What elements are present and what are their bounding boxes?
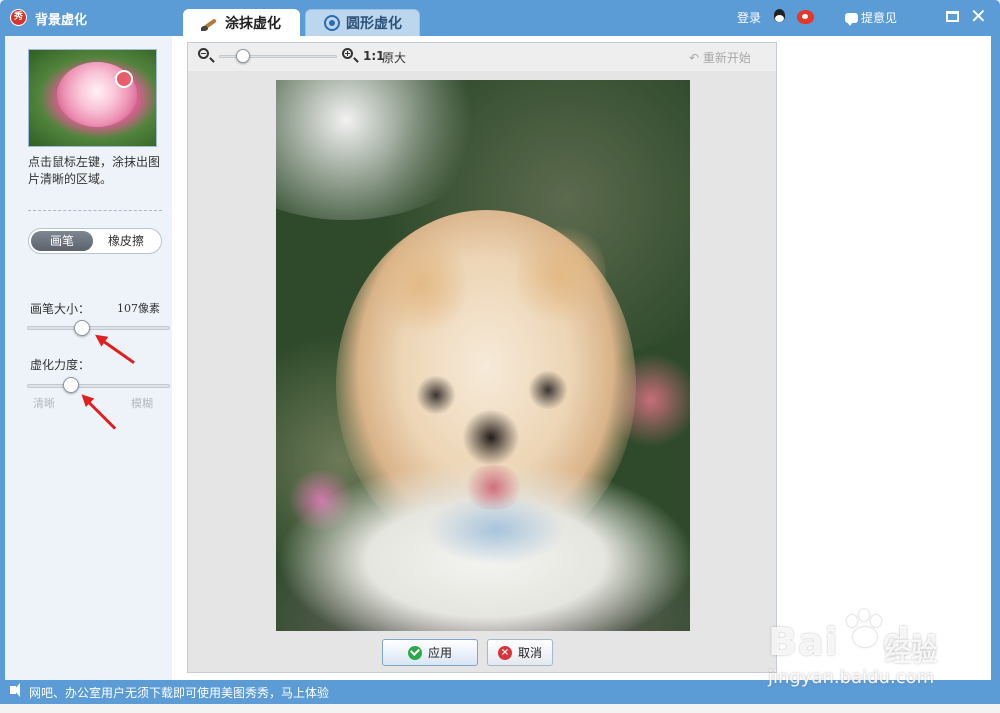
brush-size-label: 画笔大小：	[30, 302, 91, 316]
status-promo-link[interactable]: 网吧、办公室用户无须下载即可使用美图秀秀，马上体验	[29, 684, 329, 701]
login-link[interactable]: 登录	[737, 9, 761, 26]
brush-icon	[201, 14, 219, 32]
restart-label: 重新开始	[702, 51, 751, 65]
blurred-dog-photo[interactable]	[276, 80, 690, 631]
instruction-text: 点击鼠标左键，涂抹出图片清晰的区域。	[28, 155, 161, 186]
window-title: 背景虚化	[35, 13, 88, 28]
weibo-icon[interactable]	[797, 10, 814, 24]
blur-strength-slider-thumb[interactable]	[63, 377, 79, 393]
tab-label: 涂抹虚化	[225, 15, 281, 32]
preview-thumbnail	[28, 49, 157, 147]
zoom-in-icon[interactable]	[342, 48, 358, 64]
speaker-icon	[10, 683, 20, 697]
feedback-label: 提意见	[861, 11, 898, 25]
speech-bubble-icon	[845, 12, 858, 26]
watermark-paw-icon	[843, 609, 887, 649]
zoom-out-icon[interactable]	[198, 48, 214, 64]
blur-strength-label: 虚化力度：	[30, 358, 91, 372]
brush-size-value: 107像素	[117, 302, 160, 315]
brush-cursor-icon	[115, 70, 133, 88]
cancel-icon: ×	[497, 645, 512, 660]
cancel-label: 取消	[517, 646, 542, 660]
maximize-button[interactable]	[946, 11, 959, 22]
apply-button[interactable]: 应用	[382, 639, 478, 666]
qq-icon[interactable]	[772, 9, 787, 26]
tab-smear-blur[interactable]: 涂抹虚化	[183, 9, 300, 36]
restart-button[interactable]: ↶ 重新开始	[689, 49, 751, 66]
cancel-button[interactable]: × 取消	[487, 639, 553, 666]
target-icon	[324, 15, 340, 31]
original-size-label[interactable]: 原大	[382, 49, 406, 66]
watermark-text: 经验	[885, 638, 938, 668]
mode-eraser-button[interactable]: 橡皮擦	[93, 231, 159, 251]
right-blank-area	[781, 36, 991, 680]
title-bar: 秀 背景虚化 涂抹虚化 圆形虚化 登录 提意见 ✕	[0, 0, 1000, 36]
mode-toggle: 画笔 橡皮擦	[28, 228, 162, 254]
watermark-url: jingyan.baidu.com	[768, 667, 935, 688]
mode-brush-button[interactable]: 画笔	[31, 231, 93, 251]
tab-label: 圆形虚化	[346, 16, 402, 32]
feedback-button[interactable]: 提意见	[845, 9, 897, 26]
app-logo-icon: 秀	[10, 9, 27, 26]
apply-label: 应用	[427, 646, 452, 660]
close-button[interactable]: ✕	[970, 6, 987, 26]
blur-max-label: 模糊	[131, 397, 153, 410]
divider	[28, 210, 162, 211]
blur-min-label: 清晰	[33, 397, 55, 410]
blur-strength-slider-track[interactable]	[27, 384, 170, 388]
zoom-slider-thumb[interactable]	[236, 49, 250, 63]
tab-circle-blur[interactable]: 圆形虚化	[305, 9, 420, 36]
background-below-window	[0, 704, 1000, 713]
brush-size-slider-thumb[interactable]	[74, 320, 90, 336]
check-icon	[407, 645, 422, 660]
